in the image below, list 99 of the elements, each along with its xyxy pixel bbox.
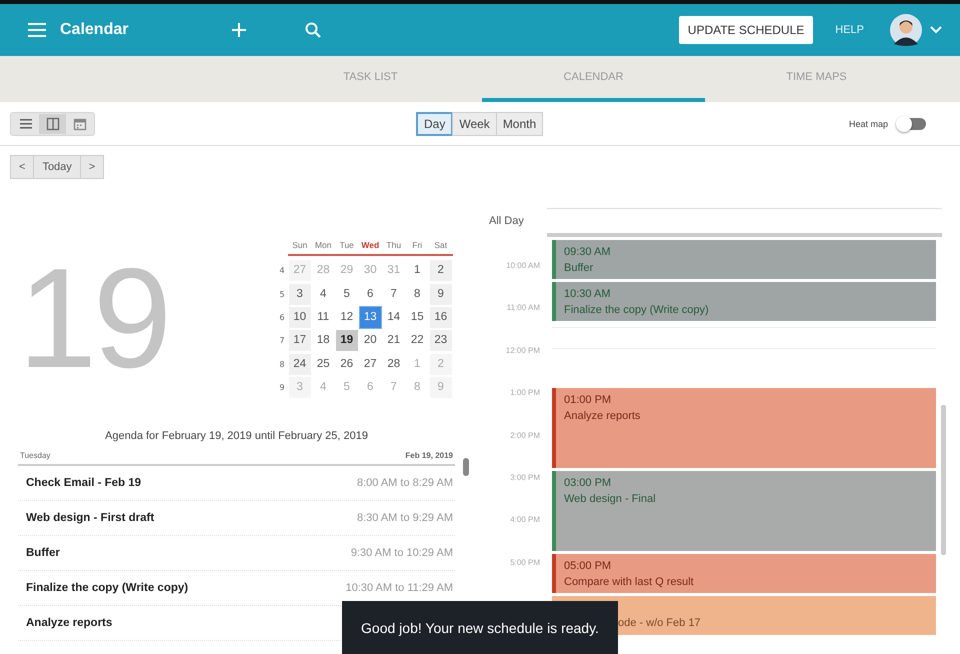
calendar-event[interactable]: 05:00 PM Compare with last Q result <box>552 554 936 593</box>
calendar-day[interactable]: 25 <box>312 354 334 375</box>
avatar-icon[interactable] <box>890 14 922 46</box>
calendar-day[interactable]: 10 <box>289 307 310 328</box>
hour-label: 11:00 AM <box>506 303 540 312</box>
hour-label: 12:00 PM <box>506 346 540 355</box>
calendar-day[interactable]: 21 <box>383 330 404 352</box>
agenda-task[interactable]: Check Email - Feb 19 <box>26 477 142 489</box>
agenda-task[interactable]: Buffer <box>26 547 60 559</box>
calendar-day[interactable]: 16 <box>430 307 452 328</box>
calendar-day[interactable]: 18 <box>312 330 334 352</box>
all-day-label: All Day <box>489 215 524 227</box>
calendar-day[interactable]: 1 <box>406 260 428 282</box>
week-number: 5 <box>278 290 286 299</box>
scrollbar-thumb[interactable] <box>463 458 469 476</box>
big-day-number: 19 <box>18 248 169 396</box>
event-title: Compare with last Q result <box>564 575 695 590</box>
event-time: 10:30 AM <box>564 287 612 302</box>
app-title: Calendar <box>60 21 128 39</box>
update-schedule-button[interactable]: UPDATE SCHEDULE <box>678 16 814 44</box>
hour-label: 1:00 PM <box>510 388 540 398</box>
event-title: ode - w/o Feb 17 <box>618 616 702 631</box>
event-title: Finalize the copy (Write copy) <box>564 303 710 318</box>
calendar-day[interactable]: 12 <box>336 307 358 328</box>
weekday-label: Wed <box>358 240 382 256</box>
calendar-event[interactable]: 03:00 PM Web design - Final <box>552 471 936 551</box>
event-time: 05:00 PM <box>564 559 612 574</box>
heat-map-toggle[interactable] <box>898 118 926 130</box>
hour-label: 3:00 PM <box>510 472 540 482</box>
calendar-day[interactable]: 6 <box>360 284 381 305</box>
agenda-task[interactable]: Analyze reports <box>26 617 112 629</box>
list-icon <box>18 116 32 130</box>
week-number: 7 <box>278 336 286 346</box>
search-icon[interactable] <box>305 22 322 38</box>
calendar-day[interactable]: 17 <box>289 330 310 352</box>
calendar-day[interactable]: 19 <box>336 330 358 352</box>
calendar-day[interactable]: 9 <box>430 284 452 305</box>
columns-icon <box>46 116 60 130</box>
agenda-time: 8:00 AM to 8:29 AM <box>356 477 453 489</box>
calendar-event[interactable]: 01:00 PM Analyze reports <box>552 388 936 468</box>
calendar-day[interactable]: 11 <box>312 307 334 328</box>
weekday-label: Sat <box>429 240 452 256</box>
event-title: Analyze reports <box>564 409 642 424</box>
agenda-date: Feb 19, 2019 <box>405 451 453 460</box>
range-button[interactable]: Month <box>496 112 544 136</box>
calendar-day[interactable]: 23 <box>430 330 452 352</box>
calendar-icon <box>72 116 86 130</box>
calendar-day[interactable]: 26 <box>336 354 358 375</box>
hour-label: 5:00 PM <box>510 558 540 567</box>
agenda-time: 10:30 AM to 11:29 AM <box>346 582 453 594</box>
week-number: 6 <box>278 313 286 322</box>
event-title: Web design - Final <box>564 492 657 507</box>
week-number: 4 <box>278 266 286 276</box>
range-button[interactable]: Day <box>416 112 454 136</box>
next-button[interactable]: > <box>80 155 104 179</box>
event-time: 09:30 AM <box>564 245 612 260</box>
calendar-day[interactable]: 15 <box>406 307 428 328</box>
agenda-title: Agenda for February 19, 2019 until February 25, 2019 <box>104 430 369 442</box>
event-title: Buffer <box>564 261 594 276</box>
weekday-label: Tue <box>335 240 358 256</box>
calendar-day[interactable]: 20 <box>360 330 381 352</box>
caret-icon[interactable] <box>930 26 942 34</box>
week-number: 8 <box>278 360 286 369</box>
range-button[interactable]: Week <box>452 112 497 136</box>
agenda-task[interactable]: Web design - First draft <box>26 512 154 524</box>
calendar-day[interactable]: 28 <box>383 354 404 375</box>
schedule-ready-toast: Good job! Your new schedule is ready. <box>342 601 618 654</box>
view-button[interactable] <box>39 114 66 134</box>
calendar-day[interactable]: 24 <box>289 354 310 375</box>
hour-label: 2:00 PM <box>510 430 540 440</box>
today-button[interactable]: Today <box>33 155 81 179</box>
calendar-day[interactable]: 7 <box>383 284 404 305</box>
weekday-label: Mon <box>312 240 335 256</box>
weekday-label: Fri <box>406 240 429 256</box>
agenda-day: Tuesday <box>20 451 50 460</box>
calendar-day[interactable]: 2 <box>430 260 452 282</box>
calendar-day[interactable]: 8 <box>406 284 428 305</box>
weekday-label: Thu <box>382 240 406 256</box>
plus-icon[interactable] <box>232 23 246 37</box>
heat-map-label: Heat map <box>848 118 888 128</box>
event-time: 01:00 PM <box>564 393 612 408</box>
calendar-day[interactable]: 3 <box>289 284 310 305</box>
menu-icon[interactable] <box>28 23 46 37</box>
event-time: 03:00 PM <box>564 476 612 491</box>
calendar-day[interactable]: 27 <box>360 354 381 375</box>
calendar-day[interactable]: 13 <box>360 307 381 328</box>
calendar-day[interactable]: 14 <box>383 307 404 328</box>
calendar-day[interactable]: 4 <box>312 284 334 305</box>
previous-button[interactable]: < <box>10 155 34 179</box>
hour-label: 10:00 AM <box>506 261 540 270</box>
week-number: 9 <box>278 382 286 392</box>
agenda-time: 9:30 AM to 10:29 AM <box>350 547 453 559</box>
agenda-time: 8:30 AM to 9:29 AM <box>356 512 453 524</box>
agenda-task[interactable]: Finalize the copy (Write copy) <box>26 582 188 594</box>
weekday-label: Sun <box>288 240 312 256</box>
calendar-day[interactable]: 5 <box>336 284 358 305</box>
calendar-day[interactable]: 22 <box>406 330 428 352</box>
scrollbar-thumb[interactable] <box>941 405 946 555</box>
hour-label: 4:00 PM <box>510 515 540 524</box>
